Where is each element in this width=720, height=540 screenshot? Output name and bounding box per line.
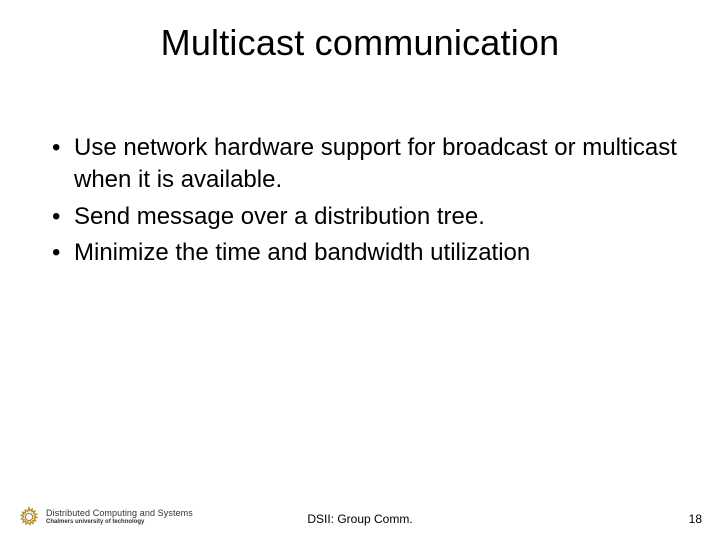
- bullet-list: Use network hardware support for broadca…: [52, 132, 680, 270]
- footer-center-text: DSII: Group Comm.: [0, 512, 720, 526]
- list-item: Minimize the time and bandwidth utilizat…: [52, 237, 680, 269]
- footer: Distributed Computing and Systems Chalme…: [0, 496, 720, 526]
- list-item: Use network hardware support for broadca…: [52, 132, 680, 197]
- page-number: 18: [689, 512, 702, 526]
- slide-title: Multicast communication: [0, 22, 720, 64]
- slide: Multicast communication Use network hard…: [0, 0, 720, 540]
- slide-content: Use network hardware support for broadca…: [52, 132, 680, 274]
- list-item: Send message over a distribution tree.: [52, 201, 680, 233]
